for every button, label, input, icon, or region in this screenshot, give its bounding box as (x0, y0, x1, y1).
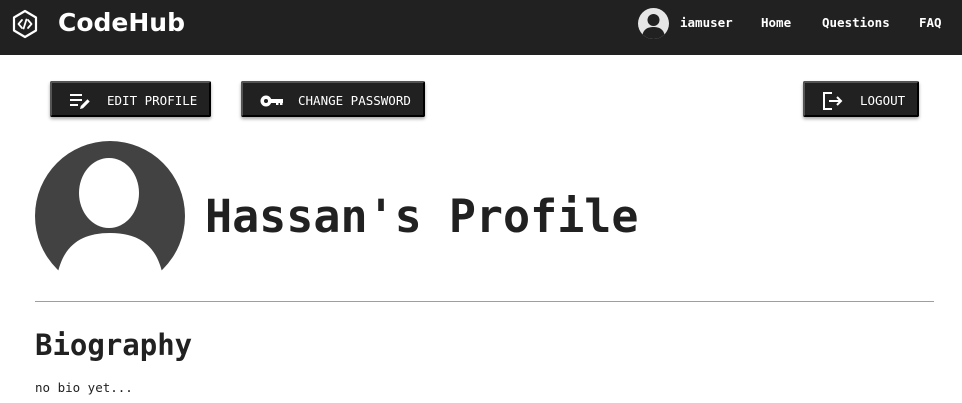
top-navbar: CodeHub iamuser Home Questions FAQ (0, 0, 962, 55)
edit-profile-button[interactable]: EDIT PROFILE (50, 81, 211, 117)
edit-list-icon (70, 94, 90, 109)
logout-label: LOGOUT (860, 93, 906, 108)
brand-logo-link[interactable]: CodeHub (58, 6, 185, 40)
nav-faq-link[interactable]: FAQ (919, 14, 942, 32)
biography-heading: Biography (35, 328, 193, 362)
nav-questions-link[interactable]: Questions (822, 14, 890, 32)
code-hexagon-icon[interactable] (11, 9, 39, 39)
nav-username-link[interactable]: iamuser (680, 14, 733, 32)
logout-button[interactable]: LOGOUT (803, 81, 919, 117)
biography-text: no bio yet... (35, 380, 133, 395)
logout-icon (823, 92, 843, 110)
section-divider (35, 301, 934, 302)
edit-profile-label: EDIT PROFILE (107, 93, 198, 108)
profile-avatar-icon (35, 141, 185, 272)
key-icon (260, 95, 283, 107)
nav-home-link[interactable]: Home (761, 14, 791, 32)
change-password-button[interactable]: CHANGE PASSWORD (241, 81, 425, 117)
user-avatar-icon[interactable] (638, 8, 669, 39)
page-title: Hassan's Profile (205, 190, 639, 243)
change-password-label: CHANGE PASSWORD (298, 93, 411, 108)
